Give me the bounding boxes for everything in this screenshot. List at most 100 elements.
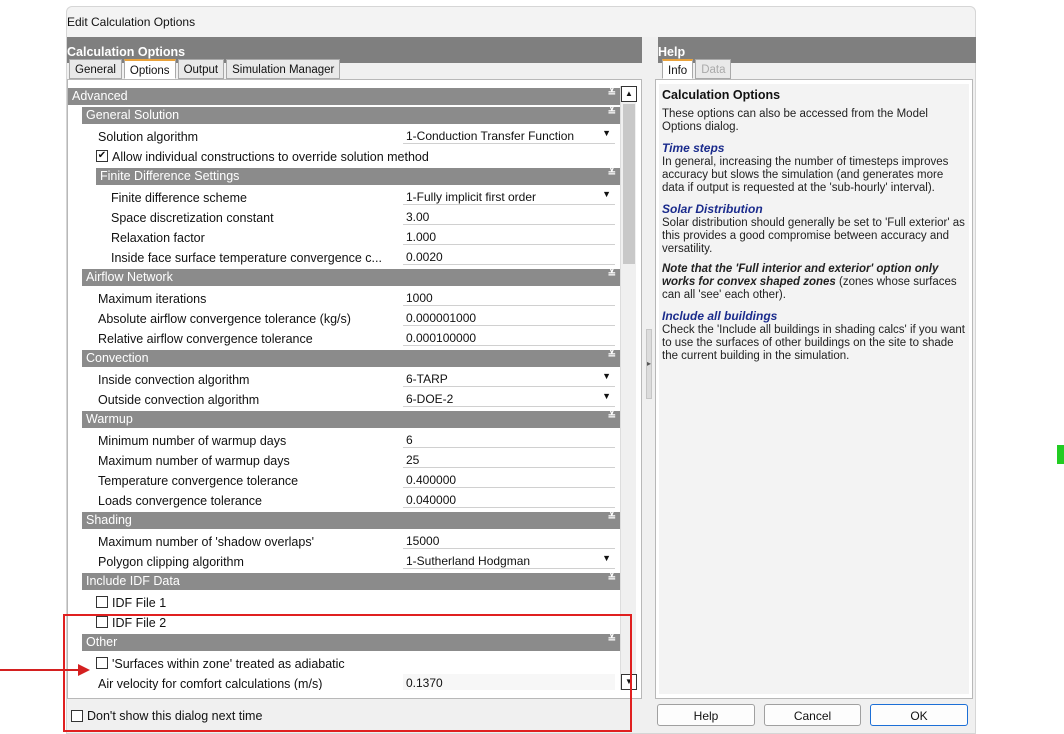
collapse-icon[interactable]: ≚ [608, 107, 616, 118]
group-advanced[interactable]: Advanced ≚ [68, 88, 620, 105]
group-finite-difference[interactable]: Finite Difference Settings ≚ [96, 168, 620, 185]
green-marker [1057, 445, 1064, 464]
fd-scheme-select[interactable]: 1-Fully implicit first order ▼ [403, 188, 615, 205]
tab-options[interactable]: Options [123, 59, 176, 79]
options-scrollbar[interactable]: ▲ ▼ [620, 86, 637, 690]
row-inside-face: Inside face surface temperature converge… [68, 247, 620, 267]
tab-simulation-manager[interactable]: Simulation Manager [226, 59, 341, 79]
select-value: 1-Sutherland Hodgman [406, 554, 531, 568]
field-label: Inside convection algorithm [98, 373, 250, 387]
options-tree[interactable]: Advanced ≚ General Solution ≚ Solution alg… [68, 86, 620, 690]
dropdown-arrow-icon: ▼ [602, 128, 611, 138]
help-heading: Calculation Options [662, 88, 781, 102]
row-max-warmup: Maximum number of warmup days 25 [68, 450, 620, 470]
row-abs-airflow: Absolute airflow convergence tolerance (… [68, 308, 620, 328]
title-bar: Edit Calculation Options [67, 7, 975, 37]
ok-button[interactable]: OK [870, 704, 968, 726]
collapse-icon[interactable]: ≚ [608, 88, 616, 99]
max-iter-input[interactable]: 1000 [403, 289, 615, 306]
inside-conv-select[interactable]: 6-TARP ▼ [403, 370, 615, 387]
relaxation-input[interactable]: 1.000 [403, 228, 615, 245]
row-solution-algorithm: Solution algorithm 1-Conduction Transfer… [68, 126, 620, 146]
group-label: Warmup [86, 412, 133, 426]
options-tabstrip: General Options Output Simulation Manage… [69, 59, 342, 79]
row-relaxation: Relaxation factor 1.000 [68, 227, 620, 247]
shadow-overlaps-input[interactable]: 15000 [403, 532, 615, 549]
collapse-icon[interactable]: ≚ [608, 573, 616, 584]
select-value: 1-Conduction Transfer Function [406, 129, 575, 143]
field-label: Inside face surface temperature converge… [111, 251, 382, 265]
idf1-checkbox[interactable] [96, 596, 108, 608]
collapse-icon[interactable]: ≚ [608, 411, 616, 422]
help-subheading: Solar Distribution [662, 202, 763, 216]
space-disc-input[interactable]: 3.00 [403, 208, 615, 225]
collapse-icon[interactable]: ≚ [608, 168, 616, 179]
rel-airflow-input[interactable]: 0.000100000 [403, 329, 615, 346]
field-label: Maximum number of 'shadow overlaps' [98, 535, 314, 549]
solution-algorithm-select[interactable]: 1-Conduction Transfer Function ▼ [403, 127, 615, 144]
max-warmup-input[interactable]: 25 [403, 451, 615, 468]
collapse-icon[interactable]: ≚ [608, 512, 616, 523]
tab-output[interactable]: Output [177, 59, 225, 79]
row-fd-scheme: Finite difference scheme 1-Fully implici… [68, 187, 620, 207]
inside-face-input[interactable]: 0.0020 [403, 248, 615, 265]
group-airflow[interactable]: Airflow Network ≚ [82, 269, 620, 286]
temp-conv-input[interactable]: 0.400000 [403, 471, 615, 488]
help-button[interactable]: Help [657, 704, 755, 726]
help-subheading: Include all buildings [662, 309, 778, 323]
loads-conv-input[interactable]: 0.040000 [403, 491, 615, 508]
group-convection[interactable]: Convection ≚ [82, 350, 620, 367]
tab-general[interactable]: General [69, 59, 122, 79]
outside-conv-select[interactable]: 6-DOE-2 ▼ [403, 390, 615, 407]
group-label: General Solution [86, 108, 180, 122]
row-min-warmup: Minimum number of warmup days 6 [68, 430, 620, 450]
min-warmup-input[interactable]: 6 [403, 431, 615, 448]
collapse-icon[interactable]: ≚ [608, 269, 616, 280]
scroll-thumb[interactable] [623, 104, 635, 264]
group-general-solution[interactable]: General Solution ≚ [82, 107, 620, 124]
allow-override-checkbox[interactable]: ✔ [96, 150, 108, 162]
cancel-button[interactable]: Cancel [764, 704, 861, 726]
annotation-arrow-line [0, 669, 80, 671]
field-label: Space discretization constant [111, 211, 274, 225]
highlight-box [63, 614, 632, 732]
splitter-grip-icon[interactable]: ▸ [646, 329, 652, 399]
group-label: Convection [86, 351, 149, 365]
field-label: Maximum iterations [98, 292, 207, 306]
help-content: Calculation Options These options can al… [659, 84, 969, 694]
options-panel: Advanced ≚ General Solution ≚ Solution alg… [67, 79, 642, 699]
row-outside-conv: Outside convection algorithm 6-DOE-2 ▼ [68, 389, 620, 409]
group-shading[interactable]: Shading ≚ [82, 512, 620, 529]
abs-airflow-input[interactable]: 0.000001000 [403, 309, 615, 326]
row-inside-conv: Inside convection algorithm 6-TARP ▼ [68, 369, 620, 389]
group-label: Finite Difference Settings [100, 169, 240, 183]
field-label: Finite difference scheme [111, 191, 247, 205]
field-label: Relaxation factor [111, 231, 205, 245]
field-label: Polygon clipping algorithm [98, 555, 244, 569]
select-value: 6-DOE-2 [406, 392, 454, 406]
group-label: Shading [86, 513, 132, 527]
help-subheading: Time steps [662, 141, 725, 155]
scroll-up-icon[interactable]: ▲ [621, 86, 637, 102]
row-idf1: IDF File 1 [68, 592, 620, 612]
polygon-clip-select[interactable]: 1-Sutherland Hodgman ▼ [403, 552, 615, 569]
field-label: Maximum number of warmup days [98, 454, 290, 468]
dropdown-arrow-icon: ▼ [602, 553, 611, 563]
calculation-options-title: Calculation Options [67, 45, 186, 59]
tab-info[interactable]: Info [662, 59, 694, 79]
collapse-icon[interactable]: ≚ [608, 350, 616, 361]
row-max-iter: Maximum iterations 1000 [68, 288, 620, 308]
panel-splitter[interactable]: ▸ [643, 79, 655, 699]
group-include-idf[interactable]: Include IDF Data ≚ [82, 573, 620, 590]
field-label: Absolute airflow convergence tolerance (… [98, 312, 351, 326]
group-label: Advanced [72, 89, 128, 103]
group-warmup[interactable]: Warmup ≚ [82, 411, 620, 428]
dropdown-arrow-icon: ▼ [602, 391, 611, 401]
help-panel: Calculation Options These options can al… [655, 79, 973, 699]
field-label: Temperature convergence tolerance [98, 474, 299, 488]
select-value: 6-TARP [406, 372, 448, 386]
field-label: Minimum number of warmup days [98, 434, 287, 448]
select-value: 1-Fully implicit first order [406, 190, 537, 204]
tab-data: Data [695, 59, 732, 79]
help-intro: These options can also be accessed from … [662, 108, 928, 133]
